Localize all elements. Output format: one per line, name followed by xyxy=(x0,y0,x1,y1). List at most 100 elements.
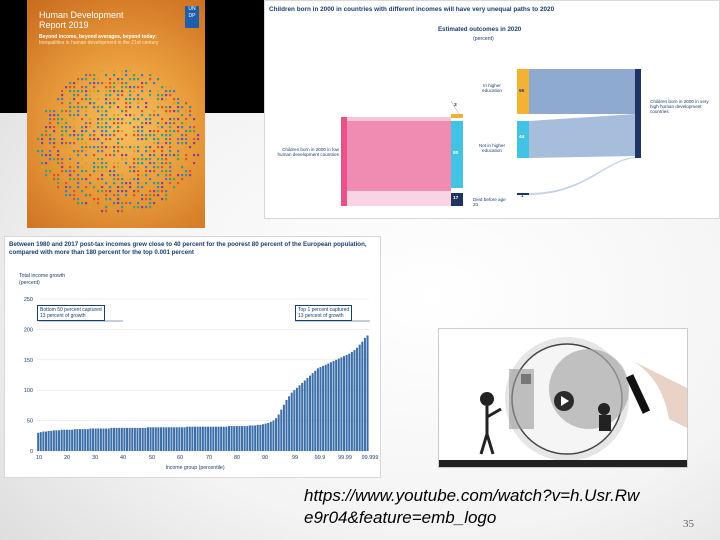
cover-dot xyxy=(129,102,132,105)
cover-dot xyxy=(113,86,116,89)
cover-dot xyxy=(113,122,116,125)
cover-dot xyxy=(169,134,172,137)
x-tick-label: 99 xyxy=(292,455,298,461)
cover-dot xyxy=(73,190,76,193)
cover-dot xyxy=(141,130,144,133)
cover-dot xyxy=(149,90,152,93)
cover-dot xyxy=(65,170,68,173)
cover-dot xyxy=(189,142,192,145)
cover-dot xyxy=(181,122,184,125)
cover-dot xyxy=(109,78,112,81)
cover-dot xyxy=(165,154,168,157)
cover-dot xyxy=(177,158,180,161)
cover-dot xyxy=(65,194,68,197)
cover-dot xyxy=(153,162,156,165)
cover-dot xyxy=(193,146,196,149)
cover-dot xyxy=(105,130,108,133)
cover-dot xyxy=(97,170,100,173)
bar xyxy=(112,427,115,451)
cover-dot xyxy=(125,158,128,161)
cover-dot xyxy=(137,206,140,209)
annotation-top-1-line2: 13 percent of growth xyxy=(298,313,344,319)
cover-dot xyxy=(157,114,160,117)
cover-dot xyxy=(121,186,124,189)
cover-dot xyxy=(85,98,88,101)
bar xyxy=(256,424,259,451)
cover-dot xyxy=(141,202,144,205)
cover-dot xyxy=(49,114,52,117)
cover-dot xyxy=(117,194,120,197)
cover-dot xyxy=(165,138,168,141)
bar xyxy=(170,427,173,451)
bar xyxy=(120,427,123,451)
cover-dot xyxy=(69,154,72,157)
cover-dot xyxy=(149,178,152,181)
bar xyxy=(311,373,314,451)
cover-dot xyxy=(105,102,108,105)
cover-dot xyxy=(49,118,52,121)
cover-dot xyxy=(121,138,124,141)
cover-dot xyxy=(137,150,140,153)
cover-dot xyxy=(161,94,164,97)
x-tick-label: 20 xyxy=(64,455,70,461)
cover-dot xyxy=(121,154,124,157)
cover-dot xyxy=(121,210,124,213)
cover-dot xyxy=(57,158,60,161)
cover-dot xyxy=(121,82,124,85)
cover-dot xyxy=(85,110,88,113)
bar xyxy=(81,429,84,451)
cover-dot xyxy=(93,138,96,141)
cover-dot xyxy=(137,166,140,169)
cover-dot xyxy=(121,206,124,209)
bar xyxy=(152,427,155,451)
cover-dot xyxy=(121,158,124,161)
cover-dot xyxy=(109,210,112,213)
cover-dot xyxy=(69,146,72,149)
bar xyxy=(269,421,272,451)
cover-dot xyxy=(177,102,180,105)
cover-dot xyxy=(141,190,144,193)
cover-dot xyxy=(165,174,168,177)
cover-dot xyxy=(101,70,104,73)
bar xyxy=(327,363,330,451)
cover-dot xyxy=(169,146,172,149)
cover-dot xyxy=(53,126,56,129)
cover-dot xyxy=(121,70,124,73)
cover-dot xyxy=(121,86,124,89)
cover-dot xyxy=(177,170,180,173)
cover-dot xyxy=(97,98,100,101)
cover-dot xyxy=(141,206,144,209)
cover-dot xyxy=(73,166,76,169)
cover-dot xyxy=(105,198,108,201)
cover-dot xyxy=(97,126,100,129)
youtube-video-thumbnail[interactable] xyxy=(438,328,688,468)
youtube-link-text[interactable]: https://www.youtube.com/watch?v=h.Usr.Rw… xyxy=(304,485,714,529)
cover-dot xyxy=(169,138,172,141)
cover-dot xyxy=(97,138,100,141)
cover-dot xyxy=(113,74,116,77)
cover-dot xyxy=(117,130,120,133)
cover-dot xyxy=(73,118,76,121)
cover-dot xyxy=(73,150,76,153)
cover-dot xyxy=(57,170,60,173)
video-progress-bar[interactable] xyxy=(439,460,687,467)
cover-dot xyxy=(77,170,80,173)
value-low-higher: 3 xyxy=(454,103,457,108)
cover-dot xyxy=(65,126,68,129)
cover-dot xyxy=(97,122,100,125)
bar xyxy=(94,428,97,451)
cover-dot xyxy=(65,146,68,149)
cover-dot xyxy=(113,190,116,193)
cover-dot xyxy=(133,150,136,153)
cover-dot xyxy=(45,162,48,165)
cover-dot xyxy=(125,110,128,113)
bar xyxy=(293,390,296,451)
cover-dot xyxy=(149,174,152,177)
cover-dot xyxy=(137,174,140,177)
cover-dot xyxy=(81,178,84,181)
cover-dot xyxy=(125,146,128,149)
cover-dot xyxy=(89,126,92,129)
bar xyxy=(199,426,202,451)
cover-dot xyxy=(117,166,120,169)
cover-dot xyxy=(97,106,100,109)
